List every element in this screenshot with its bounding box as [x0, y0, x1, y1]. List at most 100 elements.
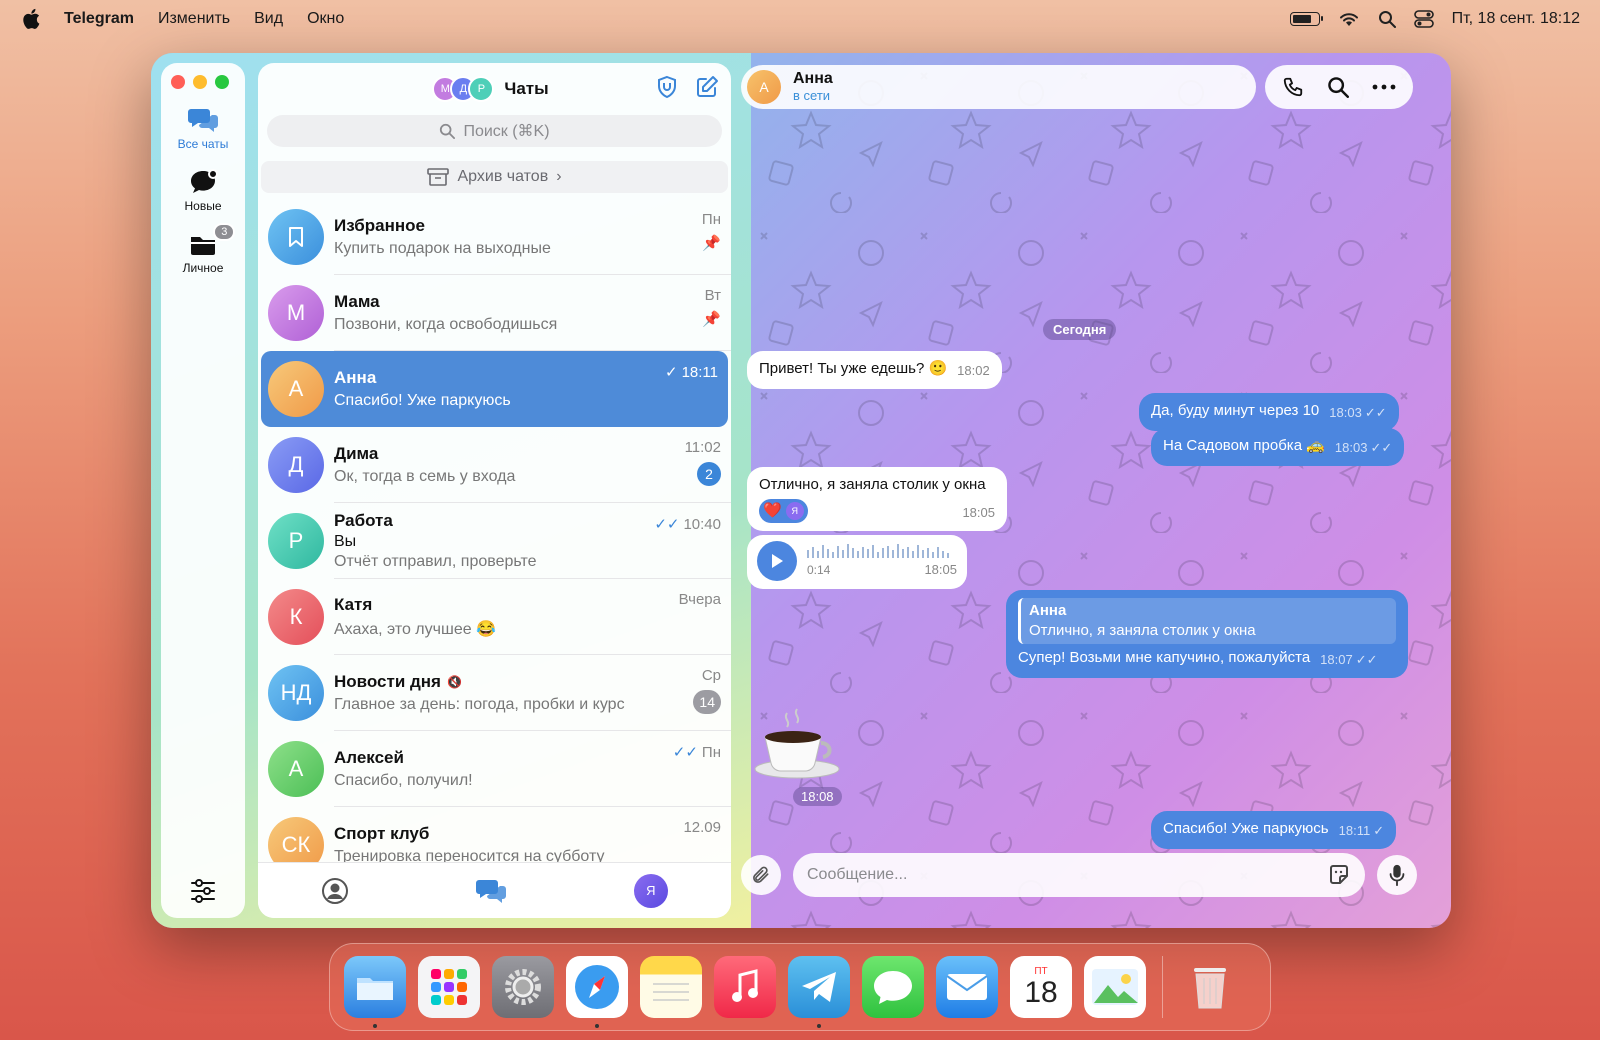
- profile-avatar[interactable]: Я: [633, 873, 668, 908]
- close-window-button[interactable]: [171, 75, 185, 89]
- dock-safari[interactable]: [566, 956, 628, 1028]
- coffee-cup-icon: [754, 708, 840, 779]
- apple-icon[interactable]: [20, 8, 42, 30]
- folder-personal[interactable]: 3 Личное: [183, 223, 236, 275]
- menu-app[interactable]: Telegram: [64, 10, 134, 28]
- photos-mountain-icon: [1092, 969, 1138, 1005]
- dock-launchpad[interactable]: [418, 956, 480, 1018]
- more-icon[interactable]: [1372, 76, 1396, 98]
- voice-duration: 0:14: [807, 563, 831, 577]
- trash-icon: [1194, 968, 1226, 1009]
- message-time: 18:03: [1334, 440, 1368, 455]
- dock-calendar[interactable]: ПТ 18: [1010, 956, 1072, 1018]
- message-incoming[interactable]: Отлично, я заняла столик у окна ❤️ Я 18:0…: [747, 467, 1007, 531]
- folder-sidebar: Все чаты Новые 3 Личное: [161, 63, 245, 918]
- message-time: 18:03: [1329, 405, 1362, 420]
- message-outgoing[interactable]: На Садовом пробка 🚕 18:03 ✓✓: [1151, 428, 1405, 466]
- minimize-window-button[interactable]: [193, 75, 207, 89]
- folder-all-chats[interactable]: Все чаты: [178, 107, 228, 151]
- filters-settings-icon[interactable]: [189, 878, 217, 904]
- chat-row-anna[interactable]: А Анна Спасибо! Уже паркуюсь ✓ 18:11: [261, 351, 728, 427]
- running-indicator: [373, 1024, 377, 1028]
- dock-telegram[interactable]: [788, 956, 850, 1028]
- chat-header[interactable]: А Анна в сети: [741, 65, 1256, 109]
- folder-badge: 3: [213, 223, 236, 241]
- chat-actions: [1265, 65, 1413, 109]
- chat-name: Алексей: [334, 748, 404, 767]
- double-check-icon: ✓✓: [1355, 652, 1378, 667]
- message-text: Супер! Возьми мне капучино, пожалуйста: [1018, 649, 1311, 666]
- attach-button[interactable]: [741, 855, 781, 895]
- shield-icon[interactable]: [655, 75, 679, 99]
- story-avatar[interactable]: Р: [468, 76, 495, 102]
- message-input[interactable]: Сообщение...: [793, 853, 1365, 897]
- dock: ПТ 18: [329, 943, 1271, 1031]
- chat-row-work[interactable]: Р Работа Вы Отчёт отправил, проверьте ✓✓ 10…: [258, 503, 731, 579]
- dock-trash[interactable]: [1179, 956, 1241, 1018]
- folder-new[interactable]: Новые: [184, 169, 222, 213]
- chat-name: Мама: [334, 292, 380, 311]
- chat-row-katya[interactable]: К Катя Ахаха, это лучшее 😂 Вчера: [258, 579, 731, 655]
- search-icon: [440, 123, 456, 139]
- reaction-chip[interactable]: ❤️ Я: [759, 499, 808, 523]
- play-button[interactable]: [757, 541, 797, 581]
- voice-record-button[interactable]: [1377, 855, 1417, 895]
- waveform: [807, 544, 949, 558]
- chat-row-favorites[interactable]: Избранное Купить подарок на выходные Пн 📌: [258, 199, 731, 275]
- dock-system-settings[interactable]: [492, 956, 554, 1018]
- dock-finder[interactable]: [344, 956, 406, 1028]
- reply-quote[interactable]: Анна Отлично, я заняла столик у окна: [1018, 598, 1396, 644]
- message-text: Привет! Ты уже едешь? 🙂: [759, 360, 948, 377]
- chat-preview: Ахаха, это лучшее 😂: [334, 621, 496, 638]
- menu-window[interactable]: Окно: [307, 10, 344, 28]
- chat-avatar[interactable]: А: [747, 70, 781, 104]
- voice-message[interactable]: 0:14 18:05: [747, 535, 967, 589]
- compose-icon[interactable]: [695, 75, 719, 99]
- page-title: Чаты: [504, 79, 549, 98]
- message-outgoing-reply[interactable]: Анна Отлично, я заняла столик у окна Супе…: [1006, 590, 1408, 678]
- music-note-icon: [732, 969, 758, 1002]
- dock-notes[interactable]: [640, 956, 702, 1018]
- play-icon: [772, 554, 783, 568]
- finder-icon: [357, 978, 393, 1000]
- stories-avatars[interactable]: М Д Р: [432, 76, 495, 102]
- date-separator: Сегодня: [1043, 319, 1117, 340]
- heart-reaction: ❤️: [763, 502, 782, 519]
- dock-messages[interactable]: [862, 956, 924, 1018]
- control-center-icon[interactable]: [1413, 10, 1434, 28]
- chat-row-news[interactable]: НД Новости дня 🔇 Главное за день: погода, …: [258, 655, 731, 731]
- chat-time: Пн: [701, 211, 721, 228]
- dock-music[interactable]: [714, 956, 776, 1018]
- wifi-icon[interactable]: [1338, 11, 1360, 27]
- archive-icon: [427, 168, 450, 186]
- dock-mail[interactable]: [936, 956, 998, 1018]
- dock-photos[interactable]: [1084, 956, 1146, 1018]
- microphone-icon: [1389, 864, 1405, 886]
- chat-row-alexey[interactable]: А Алексей Спасибо, получил! ✓✓ Пн: [258, 731, 731, 807]
- spotlight-icon[interactable]: [1378, 10, 1396, 28]
- chat-row-mom[interactable]: М Мама Позвони, когда освободишься Вт 📌: [258, 275, 731, 351]
- chat-time: 10:40: [683, 515, 721, 533]
- search-icon[interactable]: [1327, 76, 1349, 98]
- phone-icon[interactable]: [1282, 76, 1304, 98]
- message-text: Да, буду минут через 10: [1151, 402, 1320, 419]
- menu-view[interactable]: Вид: [254, 10, 283, 28]
- coffee-sticker[interactable]: [747, 703, 847, 783]
- folder-label: Новые: [184, 199, 222, 213]
- avatar: К: [268, 589, 324, 645]
- menu-clock[interactable]: Пт, 18 сент. 18:12: [1452, 10, 1580, 28]
- contacts-icon[interactable]: [321, 877, 349, 905]
- sticker-icon[interactable]: [1327, 863, 1351, 887]
- message-outgoing[interactable]: Да, буду минут через 10 18:03 ✓✓: [1139, 393, 1399, 431]
- message-outgoing[interactable]: Спасибо! Уже паркуюсь 18:11 ✓: [1151, 811, 1397, 849]
- zoom-window-button[interactable]: [215, 75, 229, 89]
- archive-button[interactable]: Архив чатов ›: [261, 161, 728, 193]
- menu-edit[interactable]: Изменить: [158, 10, 230, 28]
- message-incoming[interactable]: Привет! Ты уже едешь? 🙂 18:02: [747, 351, 1002, 389]
- unread-badge: 14: [693, 690, 721, 714]
- launchpad-icon: [431, 969, 467, 1005]
- chat-row-dima[interactable]: Д Дима Ок, тогда в семь у входа 11:02 2: [258, 427, 731, 503]
- chats-tab-icon[interactable]: [475, 878, 507, 904]
- search-input[interactable]: Поиск (⌘K): [267, 115, 722, 147]
- battery-icon[interactable]: [1289, 12, 1323, 26]
